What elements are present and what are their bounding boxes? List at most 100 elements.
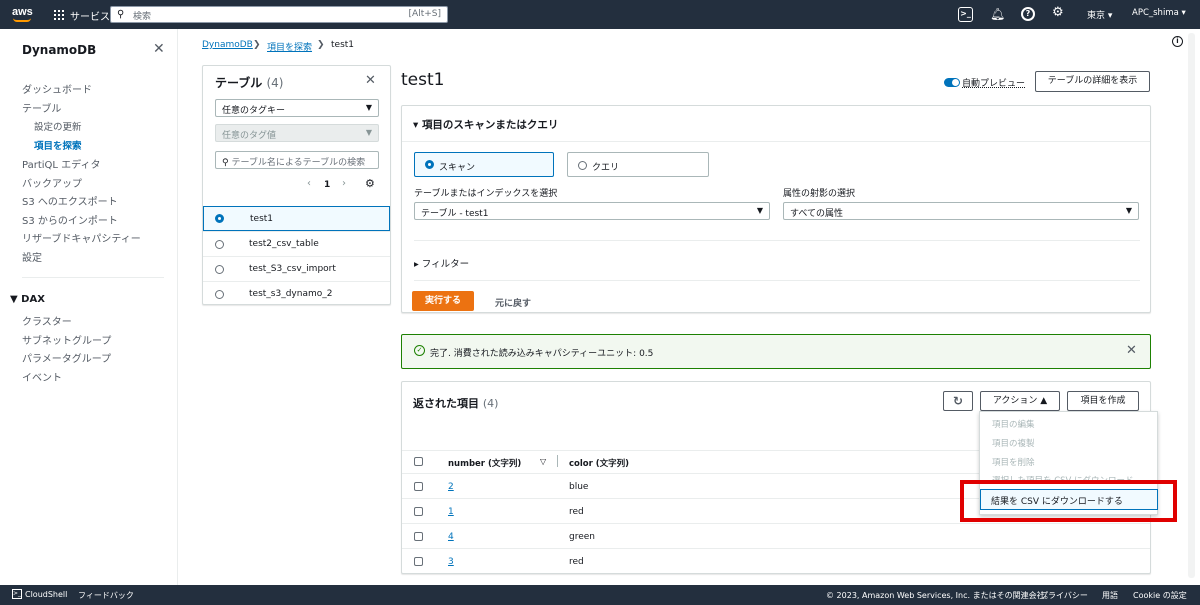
cloudshell-icon[interactable]: >_: [958, 7, 973, 22]
table-list-item[interactable]: test1: [203, 206, 390, 231]
menu-item-download-results[interactable]: 結果を CSV にダウンロードする: [980, 489, 1158, 510]
success-alert: ✓ 完了. 消費された読み込みキャパシティーユニット: 0.5 ✕: [401, 334, 1151, 369]
table-name: test2_csv_table: [249, 239, 319, 249]
services-menu[interactable]: サービス: [70, 8, 110, 23]
breadcrumb-separator: ❯: [317, 40, 325, 50]
scrollbar[interactable]: [1188, 33, 1195, 578]
nav-partiql[interactable]: PartiQL エディタ: [22, 156, 100, 171]
account-menu[interactable]: APC_shima ▾: [1132, 8, 1186, 18]
radio-button[interactable]: [215, 240, 224, 249]
auto-preview-toggle[interactable]: [944, 78, 960, 87]
radio-button[interactable]: [425, 160, 434, 169]
table-index-select[interactable]: テーブル - test1 ▼: [414, 202, 770, 220]
item-link[interactable]: 1: [448, 507, 454, 517]
column-header-number[interactable]: number (文字列): [448, 457, 521, 469]
query-option[interactable]: クエリ: [567, 152, 709, 177]
nav-dax-subnet-groups[interactable]: サブネットグループ: [22, 332, 111, 347]
row-checkbox[interactable]: [414, 532, 423, 541]
page-title: test1: [401, 70, 445, 90]
nav-dax-events[interactable]: イベント: [22, 369, 62, 384]
services-grid-icon[interactable]: [54, 10, 64, 20]
query-label: クエリ: [592, 163, 620, 173]
nav-explore-items[interactable]: 項目を探索: [34, 138, 82, 152]
divider: [414, 280, 1140, 281]
tag-value-select[interactable]: 任意のタグ値 ▼: [215, 124, 379, 142]
footer: >_ CloudShell フィードバック © 2023, Amazon Web…: [0, 585, 1200, 605]
close-icon[interactable]: ✕: [365, 73, 376, 88]
nav-update-settings[interactable]: 設定の更新: [34, 119, 82, 133]
row-checkbox[interactable]: [414, 482, 423, 491]
page-number[interactable]: 1: [324, 180, 330, 190]
region-selector[interactable]: 東京 ▾: [1087, 8, 1112, 21]
breadcrumb-explore-items[interactable]: 項目を探索: [267, 40, 312, 53]
row-checkbox[interactable]: [414, 507, 423, 516]
breadcrumb-dynamodb[interactable]: DynamoDB: [202, 40, 253, 50]
scan-section-header[interactable]: ▾ 項目のスキャンまたはクエリ: [413, 117, 558, 132]
help-icon[interactable]: ?: [1021, 7, 1035, 21]
row-checkbox[interactable]: [414, 557, 423, 566]
run-button[interactable]: 実行する: [412, 291, 474, 311]
scan-option[interactable]: スキャン: [414, 152, 554, 177]
side-navigation: DynamoDB ✕ ダッシュボード テーブル 設定の更新 項目を探索 Part…: [0, 29, 178, 585]
cloudshell-icon[interactable]: >_: [12, 589, 22, 599]
success-icon: ✓: [414, 345, 425, 356]
sort-icon[interactable]: ▽: [540, 457, 546, 466]
cookie-settings-link[interactable]: Cookie の設定: [1133, 590, 1187, 601]
nav-dashboard[interactable]: ダッシュボード: [22, 81, 92, 96]
menu-item-delete[interactable]: 項目を削除: [992, 456, 1035, 468]
nav-dax-clusters[interactable]: クラスター: [22, 313, 72, 328]
nav-reserved-capacity[interactable]: リザーブドキャパシティー: [22, 230, 141, 245]
actions-button[interactable]: アクション ▲: [980, 391, 1060, 411]
nav-backups[interactable]: バックアップ: [22, 175, 82, 190]
next-page-icon[interactable]: ›: [342, 178, 346, 189]
prev-page-icon[interactable]: ‹: [307, 178, 311, 189]
success-message: 完了. 消費された読み込みキャパシティーユニット: 0.5: [430, 349, 654, 359]
nav-dax-header[interactable]: ▼ DAX: [10, 294, 45, 305]
menu-item-duplicate[interactable]: 項目の複製: [992, 437, 1035, 449]
nav-settings[interactable]: 設定: [22, 249, 42, 264]
gear-icon[interactable]: ⚙: [1052, 5, 1064, 20]
reset-button[interactable]: 元に戻す: [495, 296, 531, 309]
tag-key-select[interactable]: 任意のタグキー ▼: [215, 99, 379, 117]
radio-button[interactable]: [215, 214, 224, 223]
search-shortcut: [Alt+S]: [408, 9, 441, 19]
projection-select[interactable]: すべての属性 ▼: [783, 202, 1139, 220]
table-search-input[interactable]: ⚲ テーブル名によるテーブルの検索: [215, 151, 379, 169]
info-icon[interactable]: i: [1172, 36, 1183, 47]
close-nav-icon[interactable]: ✕: [153, 41, 165, 57]
table-name: test_s3_dynamo_2: [249, 289, 333, 299]
menu-item-edit[interactable]: 項目の編集: [992, 418, 1035, 430]
feedback-link[interactable]: フィードバック: [78, 590, 134, 601]
terms-link[interactable]: 用語: [1102, 590, 1118, 601]
nav-tables[interactable]: テーブル: [22, 100, 61, 115]
refresh-button[interactable]: ↻: [943, 391, 973, 411]
item-link[interactable]: 4: [448, 532, 454, 542]
auto-preview-label[interactable]: 自動プレビュー: [962, 76, 1025, 89]
privacy-link[interactable]: プライバシー: [1040, 590, 1088, 601]
filter-expander[interactable]: ▸ フィルター: [414, 256, 469, 270]
nav-s3-export[interactable]: S3 へのエクスポート: [22, 193, 118, 208]
item-link[interactable]: 3: [448, 557, 454, 567]
scan-label: スキャン: [439, 163, 476, 173]
close-icon[interactable]: ✕: [1126, 343, 1137, 358]
nav-s3-import[interactable]: S3 からのインポート: [22, 212, 118, 227]
column-header-color[interactable]: color (文字列): [569, 457, 629, 469]
aws-logo-smile: [13, 18, 31, 22]
select-all-checkbox[interactable]: [414, 457, 423, 466]
table-list-item[interactable]: test_S3_csv_import: [203, 256, 390, 281]
gear-icon[interactable]: ⚙: [365, 177, 375, 190]
table-list-item[interactable]: test_s3_dynamo_2: [203, 281, 390, 306]
table-list-item[interactable]: test2_csv_table: [203, 231, 390, 256]
aws-logo[interactable]: aws: [12, 6, 33, 18]
radio-button[interactable]: [215, 290, 224, 299]
bell-icon[interactable]: 🔔︎: [990, 7, 1005, 21]
radio-button[interactable]: [215, 265, 224, 274]
view-table-details-button[interactable]: テーブルの詳細を表示: [1035, 71, 1150, 92]
search-placeholder: 検索: [133, 12, 152, 22]
cloudshell-link[interactable]: CloudShell: [25, 590, 67, 599]
create-item-button[interactable]: 項目を作成: [1067, 391, 1139, 411]
nav-dax-parameter-groups[interactable]: パラメータグループ: [22, 350, 111, 365]
radio-button[interactable]: [578, 161, 587, 170]
item-link[interactable]: 2: [448, 482, 454, 492]
search-input[interactable]: ⚲ 検索 [Alt+S]: [110, 6, 448, 23]
